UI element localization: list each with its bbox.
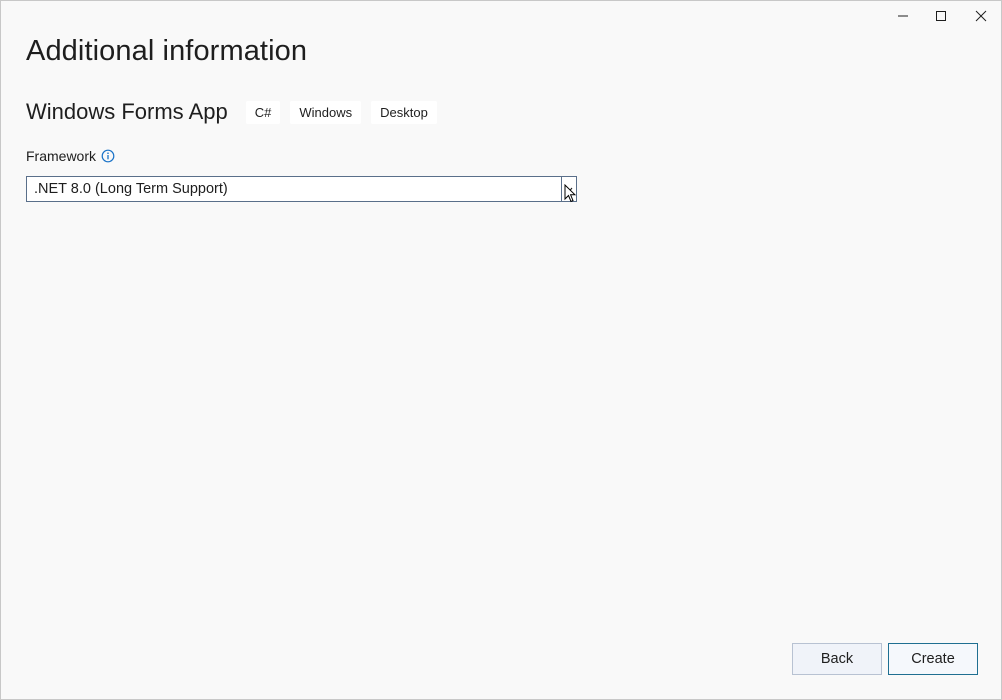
language-tag: C# <box>245 100 281 124</box>
maximize-button[interactable] <box>919 1 963 31</box>
back-button[interactable]: Back <box>792 643 882 675</box>
dialog-window: Additional information Windows Forms App… <box>0 0 1002 700</box>
create-button[interactable]: Create <box>888 643 978 675</box>
back-button-label: Back <box>820 651 854 667</box>
info-icon[interactable] <box>101 149 115 163</box>
framework-label-row: Framework <box>26 148 115 164</box>
page-title: Additional information <box>26 35 308 67</box>
framework-select[interactable]: .NET 8.0 (Long Term Support) <box>26 176 577 202</box>
create-button-label: Create <box>911 651 955 667</box>
framework-selected-value: .NET 8.0 (Long Term Support) <box>34 181 228 197</box>
framework-label: Framework <box>26 148 97 164</box>
project-header: Windows Forms App C# Windows Desktop <box>26 99 447 125</box>
mouse-pointer-icon <box>564 183 577 209</box>
project-name: Windows Forms App <box>26 99 228 124</box>
close-button[interactable] <box>959 1 1002 31</box>
maximize-icon <box>935 10 947 22</box>
close-icon <box>975 10 987 22</box>
minimize-icon <box>897 10 909 22</box>
platform-tag: Windows <box>290 100 362 124</box>
project-type-tag: Desktop <box>371 100 437 124</box>
